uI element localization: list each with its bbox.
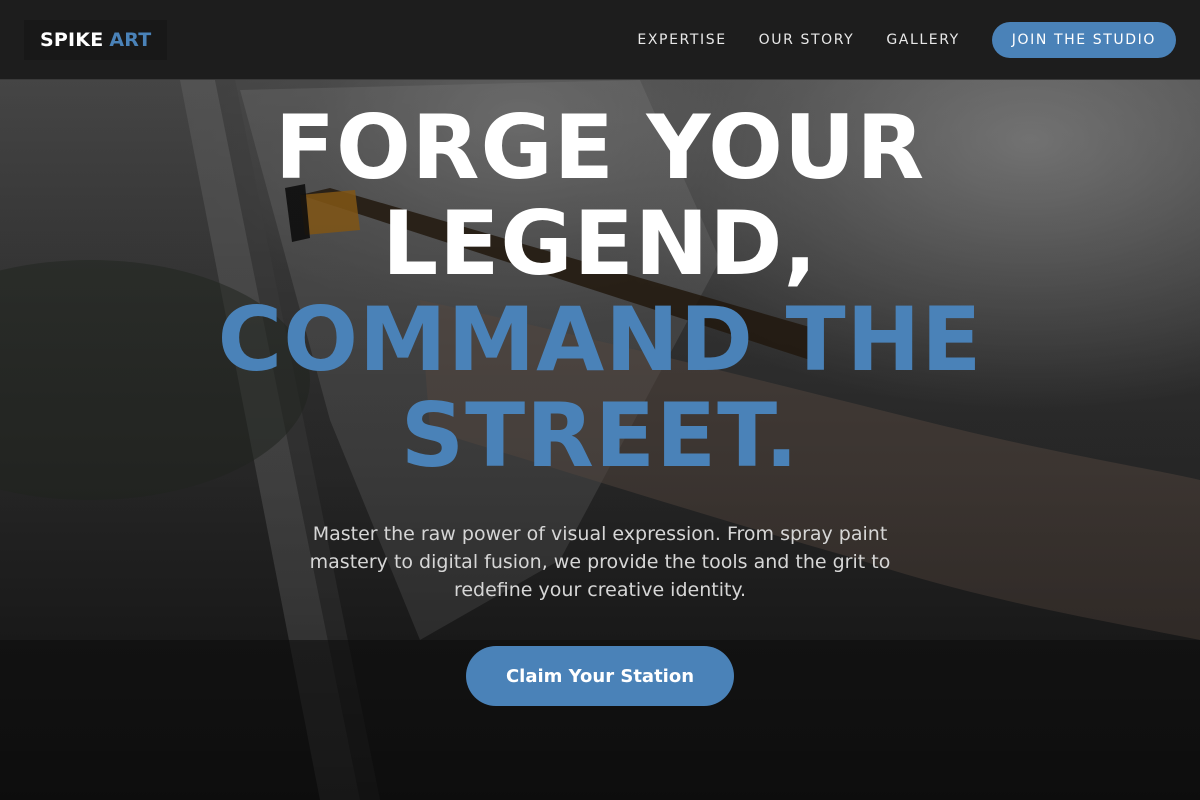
- top-navbar: SPIKE ART EXPERTISE OUR STORY GALLERY JO…: [0, 0, 1200, 80]
- hero-section: FORGE YOUR LEGEND, COMMAND THE STREET. M…: [0, 100, 1200, 706]
- nav-link-our-story[interactable]: OUR STORY: [759, 32, 855, 48]
- hero-headline: FORGE YOUR LEGEND, COMMAND THE STREET.: [0, 100, 1200, 484]
- brand-logo[interactable]: SPIKE ART: [24, 19, 168, 60]
- headline-line-1: FORGE YOUR: [274, 96, 926, 199]
- headline-line-3: COMMAND THE: [217, 288, 983, 391]
- brand-name-part1: SPIKE: [40, 28, 104, 51]
- nav-link-expertise[interactable]: EXPERTISE: [637, 32, 726, 48]
- headline-line-2: LEGEND,: [382, 192, 818, 295]
- hero-subtext: Master the raw power of visual expressio…: [309, 523, 891, 601]
- claim-station-button[interactable]: Claim Your Station: [466, 646, 734, 706]
- headline-line-4: STREET.: [400, 384, 800, 487]
- join-studio-button[interactable]: JOIN THE STUDIO: [991, 21, 1176, 58]
- brand-name-part2: ART: [109, 28, 152, 51]
- nav-link-gallery[interactable]: GALLERY: [886, 32, 959, 48]
- nav-links: EXPERTISE OUR STORY GALLERY JOIN THE STU…: [637, 21, 1176, 58]
